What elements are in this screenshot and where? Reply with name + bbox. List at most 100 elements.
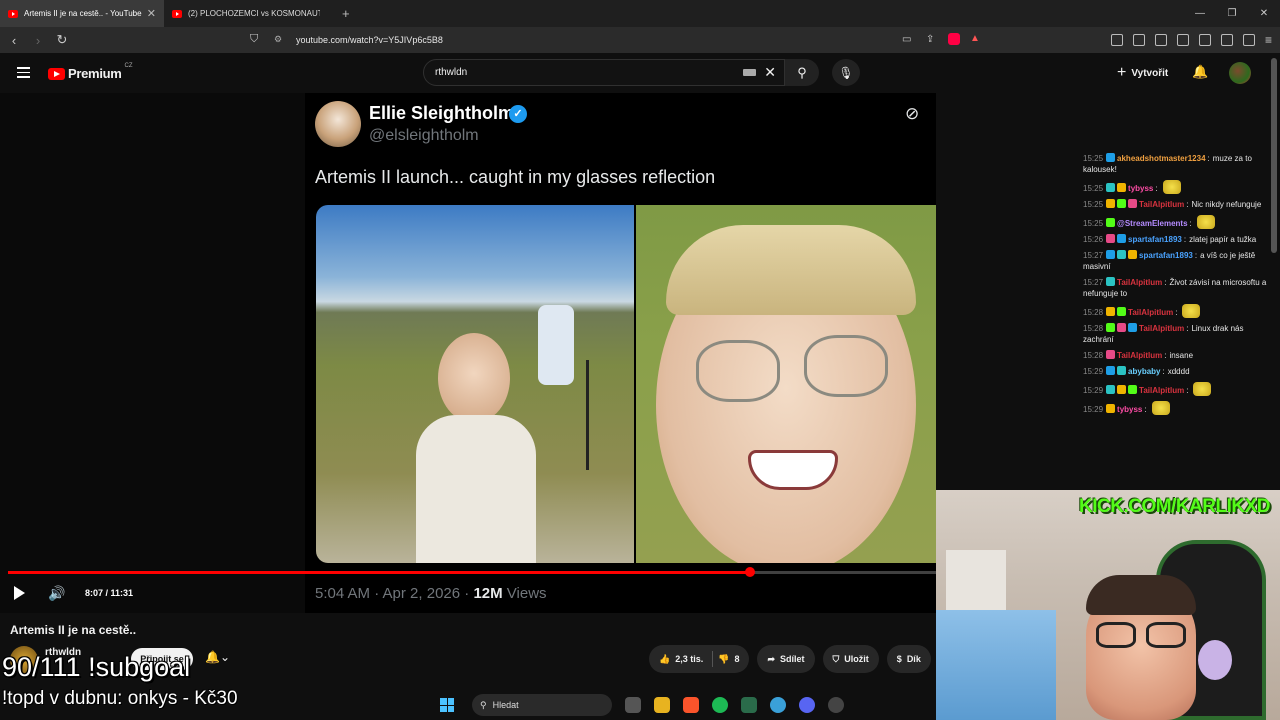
search-button[interactable]: ⚲ [785, 59, 819, 86]
chat-badge-icon [1128, 385, 1138, 394]
forward-icon[interactable]: › [28, 33, 48, 48]
brave-shield-icon[interactable] [948, 33, 960, 45]
chat-username[interactable]: spartafan1893 [1139, 251, 1193, 260]
chat-timestamp: 15:29 [1083, 367, 1104, 376]
vpn-icon[interactable] [1242, 34, 1255, 46]
back-icon[interactable]: ‹ [4, 33, 24, 48]
chat-username[interactable]: TailAlpitlum [1117, 278, 1162, 287]
youtube-logo[interactable]: Premium CZ [48, 63, 133, 81]
dislike-count: 8 [734, 654, 740, 664]
discord-icon[interactable] [799, 697, 815, 713]
video-player[interactable]: Ellie Sleightholm ✓ @elsleightholm ⊘ ···… [0, 93, 936, 613]
screenshot-icon[interactable] [1132, 34, 1145, 46]
notifications-bell-icon[interactable]: 🔔 [1192, 64, 1208, 80]
time-display: 8:07 / 11:31 [85, 588, 134, 598]
chat-message: 15:25 TailAlpitlum: Nic nikdy nefunguje [1083, 199, 1269, 210]
menu-icon[interactable] [17, 67, 30, 78]
restore-icon[interactable]: ❐ [1216, 8, 1248, 19]
logo-text: Premium [68, 66, 122, 81]
youtube-favicon-icon [172, 9, 182, 18]
thumbs-up-icon: 👍 [659, 653, 671, 664]
glasses-right [804, 335, 888, 397]
extensions-icon[interactable] [1110, 34, 1123, 46]
menu-icon[interactable]: ≡ [1265, 33, 1272, 47]
play-icon[interactable] [14, 586, 25, 600]
thanks-button[interactable]: $ Dík [886, 645, 931, 673]
ccleaner-icon[interactable] [770, 697, 786, 713]
chat-username[interactable]: spartafan1893 [1128, 235, 1182, 244]
chat-badge-icon [1106, 350, 1116, 359]
notepad-icon[interactable] [741, 697, 757, 713]
file-explorer-icon[interactable] [654, 697, 670, 713]
page-scrollbar[interactable] [1271, 58, 1277, 253]
chat-timestamp: 15:25 [1083, 219, 1104, 228]
chat-username[interactable]: TailAlpitlum [1128, 308, 1173, 317]
share-icon[interactable]: ⇪ [926, 34, 934, 45]
chat-timestamp: 15:27 [1083, 251, 1104, 260]
keyboard-icon[interactable] [743, 69, 757, 76]
url-field[interactable]: ⛉ ⚙ youtube.com/watch?v=Y5JIVp6c5B8 ▭ ⇪ … [246, 30, 992, 50]
windows-start-icon[interactable] [440, 698, 454, 712]
account-avatar[interactable] [1229, 62, 1251, 84]
chat-username[interactable]: tybyss [1128, 184, 1153, 193]
spotify-icon[interactable] [712, 697, 728, 713]
task-view-icon[interactable] [625, 697, 641, 713]
obs-icon[interactable] [828, 697, 844, 713]
save-button[interactable]: ⛉ Uložit [822, 645, 879, 673]
chat-timestamp: 15:28 [1083, 351, 1104, 360]
site-info-icon[interactable]: ⚙ [274, 34, 282, 45]
browser-tab-bar: Artemis II je na cestě.. - YouTube ✕ (2)… [0, 0, 1280, 27]
wallet-icon[interactable] [1198, 34, 1211, 46]
close-icon[interactable]: ✕ [147, 7, 156, 20]
tab-youtube-artemis[interactable]: Artemis II je na cestě.. - YouTube ✕ [0, 0, 164, 27]
chat-timestamp: 15:28 [1083, 324, 1104, 333]
close-window-icon[interactable]: ✕ [1248, 8, 1280, 19]
share-button[interactable]: ➦ Sdílet [757, 645, 815, 673]
chat-username[interactable]: TailAlpitlum [1139, 324, 1184, 333]
brave-rewards-icon[interactable]: ▲ [970, 33, 980, 44]
new-tab-icon[interactable]: + [342, 6, 350, 21]
taskbar-search-label: Hledat [492, 700, 519, 710]
sidebar-icon[interactable] [1176, 34, 1189, 46]
browser-toolbar-icons: ≡ [1110, 27, 1272, 53]
bookmark-icon[interactable]: ⛉ [250, 33, 258, 46]
media-icon[interactable] [1154, 34, 1167, 46]
chat-emote-icon [1151, 401, 1170, 415]
progress-bar[interactable] [8, 567, 936, 577]
chat-username[interactable]: abybaby [1128, 367, 1160, 376]
chat-username[interactable]: TailAlpitlum [1139, 200, 1184, 209]
search-input[interactable]: rthwldn ✕ [423, 59, 785, 86]
save-label: Uložit [844, 654, 869, 664]
selfie-face [438, 333, 510, 423]
tab-plochozemci[interactable]: (2) PLOCHOZEMCI vs KOSMONAUT [164, 0, 328, 27]
leo-ai-icon[interactable] [1220, 34, 1233, 46]
clear-search-icon[interactable]: ✕ [764, 64, 776, 81]
chat-message: 15:26 spartafan1893: zlatej papír a tužka [1083, 234, 1269, 245]
screen: Artemis II je na cestě.. - YouTube ✕ (2)… [0, 0, 1280, 720]
cast-icon[interactable]: ▭ [902, 34, 911, 45]
like-button[interactable]: 👍 2,3 tis. 👎 8 [649, 645, 750, 673]
chat-timestamp: 15:25 [1083, 184, 1104, 193]
chat-separator: : [1186, 324, 1189, 333]
voice-search-button[interactable]: 🎙 [832, 59, 860, 86]
subscribe-bell-icon[interactable]: 🔔⌄ [205, 650, 230, 664]
minimize-icon[interactable]: — [1184, 8, 1216, 19]
create-button[interactable]: + Vytvořit [1117, 63, 1168, 83]
chat-username[interactable]: TailAlpitlum [1117, 351, 1162, 360]
chat-username[interactable]: tybyss [1117, 405, 1142, 414]
chat-message: 15:29 TailAlpitlum: [1083, 382, 1269, 396]
chat-username[interactable]: TailAlpitlum [1139, 386, 1184, 395]
chat-username[interactable]: akheadshotmaster1234 [1117, 154, 1206, 163]
brave-browser-icon[interactable] [683, 697, 699, 713]
taskbar-search[interactable]: ⚲ Hledat [472, 694, 612, 716]
bookmark-icon: ⛉ [832, 653, 840, 664]
chat-emote-icon [1162, 180, 1181, 194]
thumbs-down-icon[interactable]: 👎 [718, 654, 729, 665]
webcam-overlay: KICK.COM/KARLIKXD [936, 490, 1280, 720]
like-count: 2,3 tis. [675, 654, 704, 664]
chat-message: 15:29 abybaby: xdddd [1083, 366, 1269, 377]
reload-icon[interactable]: ↻ [52, 32, 72, 48]
chat-username[interactable]: @StreamElements [1117, 219, 1188, 228]
chat-message: 15:28 TailAlpitlum: [1083, 304, 1269, 318]
volume-icon[interactable]: 🔊 [48, 585, 65, 602]
